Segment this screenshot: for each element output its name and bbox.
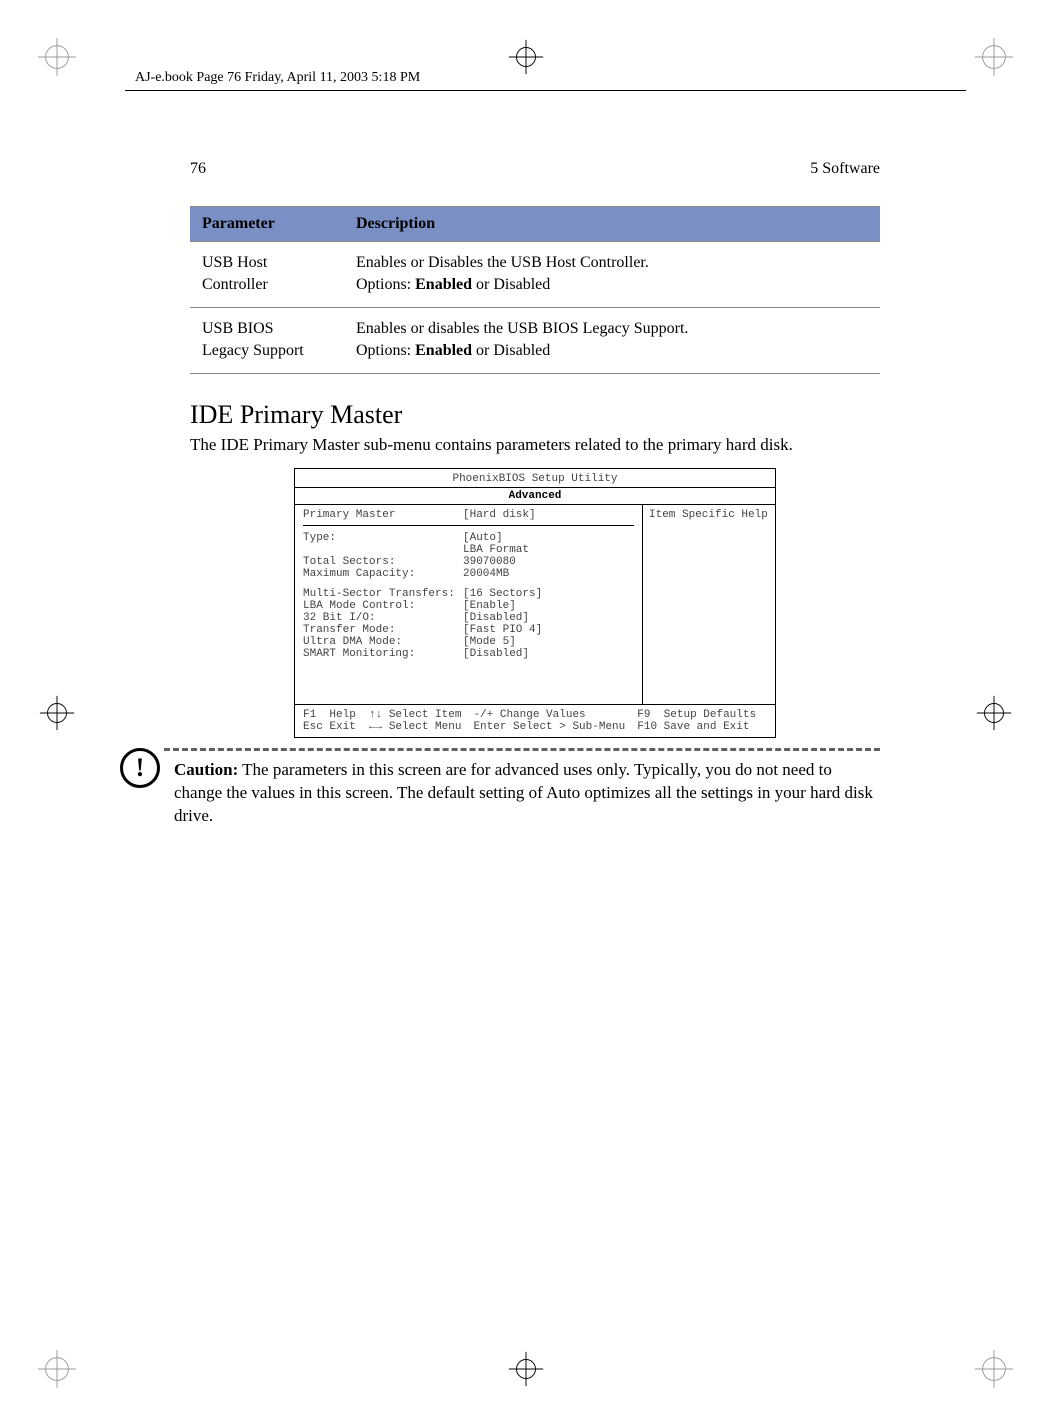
crop-mark-icon <box>975 1350 1013 1388</box>
bios-help-pane: Item Specific Help <box>643 505 775 704</box>
bios-val: 20004MB <box>463 568 634 580</box>
bios-val: [Disabled] <box>463 612 634 624</box>
bios-val: 39070080 <box>463 556 634 568</box>
param-name: USB BIOS Legacy Support <box>190 307 344 373</box>
param-desc: Enables or Disables the USB Host Control… <box>344 242 880 308</box>
bios-key: Total Sectors: <box>303 556 463 568</box>
bios-foot-col: F1 Help ↑↓ Select Item Esc Exit ←→ Selec… <box>303 709 461 733</box>
bios-val: [Disabled] <box>463 648 634 660</box>
bios-key: SMART Monitoring: <box>303 648 463 660</box>
bios-key <box>303 544 463 556</box>
desc-line: Enables or Disables the USB Host Control… <box>356 254 649 271</box>
bios-key: Type: <box>303 532 463 544</box>
bios-key: Ultra DMA Mode: <box>303 636 463 648</box>
bios-foot-col: -/+ Change Values Enter Select > Sub-Men… <box>473 709 625 733</box>
crop-mark-icon <box>507 38 545 76</box>
param-desc: Enables or disables the USB BIOS Legacy … <box>344 307 880 373</box>
bios-key: Maximum Capacity: <box>303 568 463 580</box>
book-meta-line: AJ-e.book Page 76 Friday, April 11, 2003… <box>135 70 420 86</box>
dashed-rule <box>164 748 880 751</box>
desc-line: Enables or disables the USB BIOS Legacy … <box>356 320 688 337</box>
desc-line: Options: <box>356 276 415 293</box>
caution-text: Caution: The parameters in this screen a… <box>174 759 880 828</box>
header-rule <box>125 90 966 91</box>
bios-val: [Mode 5] <box>463 636 634 648</box>
caution-label: Caution: <box>174 760 238 779</box>
bios-val: [Auto] <box>463 532 634 544</box>
desc-line: or Disabled <box>472 276 550 293</box>
bios-title: PhoenixBIOS Setup Utility <box>295 469 775 488</box>
bios-foot-col: F9 Setup Defaults F10 Save and Exit <box>637 709 756 733</box>
section-label: 5 Software <box>810 160 880 178</box>
parameter-table: Parameter Description USB Host Controlle… <box>190 206 880 374</box>
crop-mark-icon <box>507 1350 545 1388</box>
param-line: Legacy Support <box>202 342 304 359</box>
running-head: 76 5 Software <box>190 160 880 178</box>
bios-key: Multi-Sector Transfers: <box>303 588 463 600</box>
crop-mark-icon <box>38 1350 76 1388</box>
bios-help-label: Item Specific Help <box>649 509 769 521</box>
bios-sub-label: Primary Master <box>303 509 463 521</box>
page-body: 76 5 Software Parameter Description USB … <box>190 160 880 827</box>
section-paragraph: The IDE Primary Master sub-menu contains… <box>190 434 880 456</box>
bios-sub-value: [Hard disk] <box>463 509 634 521</box>
crop-mark-icon <box>975 38 1013 76</box>
param-name: USB Host Controller <box>190 242 344 308</box>
caution-block: ! Caution: The parameters in this screen… <box>190 748 880 828</box>
table-header-row: Parameter Description <box>190 207 880 242</box>
desc-line: or Disabled <box>472 342 550 359</box>
desc-bold: Enabled <box>415 276 472 293</box>
bios-key: Transfer Mode: <box>303 624 463 636</box>
bios-val: [16 Sectors] <box>463 588 634 600</box>
caution-body-text: The parameters in this screen are for ad… <box>174 760 873 825</box>
col-header-description: Description <box>344 207 880 242</box>
bios-val: [Fast PIO 4] <box>463 624 634 636</box>
bios-left-pane: Primary Master [Hard disk] Type:[Auto] L… <box>295 505 643 704</box>
caution-icon: ! <box>120 748 160 788</box>
param-line: Controller <box>202 276 268 293</box>
bios-tab-advanced: Advanced <box>295 488 775 505</box>
bios-key: LBA Mode Control: <box>303 600 463 612</box>
bios-val: LBA Format <box>463 544 634 556</box>
bios-screenshot: PhoenixBIOS Setup Utility Advanced Prima… <box>294 468 776 738</box>
desc-bold: Enabled <box>415 342 472 359</box>
param-line: USB BIOS <box>202 320 274 337</box>
desc-line: Options: <box>356 342 415 359</box>
table-row: USB BIOS Legacy Support Enables or disab… <box>190 307 880 373</box>
crop-mark-icon <box>975 694 1013 732</box>
crop-mark-icon <box>38 694 76 732</box>
bios-key: 32 Bit I/O: <box>303 612 463 624</box>
crop-mark-icon <box>38 38 76 76</box>
bios-footer: F1 Help ↑↓ Select Item Esc Exit ←→ Selec… <box>295 705 775 737</box>
param-line: USB Host <box>202 254 267 271</box>
col-header-parameter: Parameter <box>190 207 344 242</box>
page-number: 76 <box>190 160 206 178</box>
section-heading: IDE Primary Master <box>190 400 880 430</box>
table-row: USB Host Controller Enables or Disables … <box>190 242 880 308</box>
bios-val: [Enable] <box>463 600 634 612</box>
